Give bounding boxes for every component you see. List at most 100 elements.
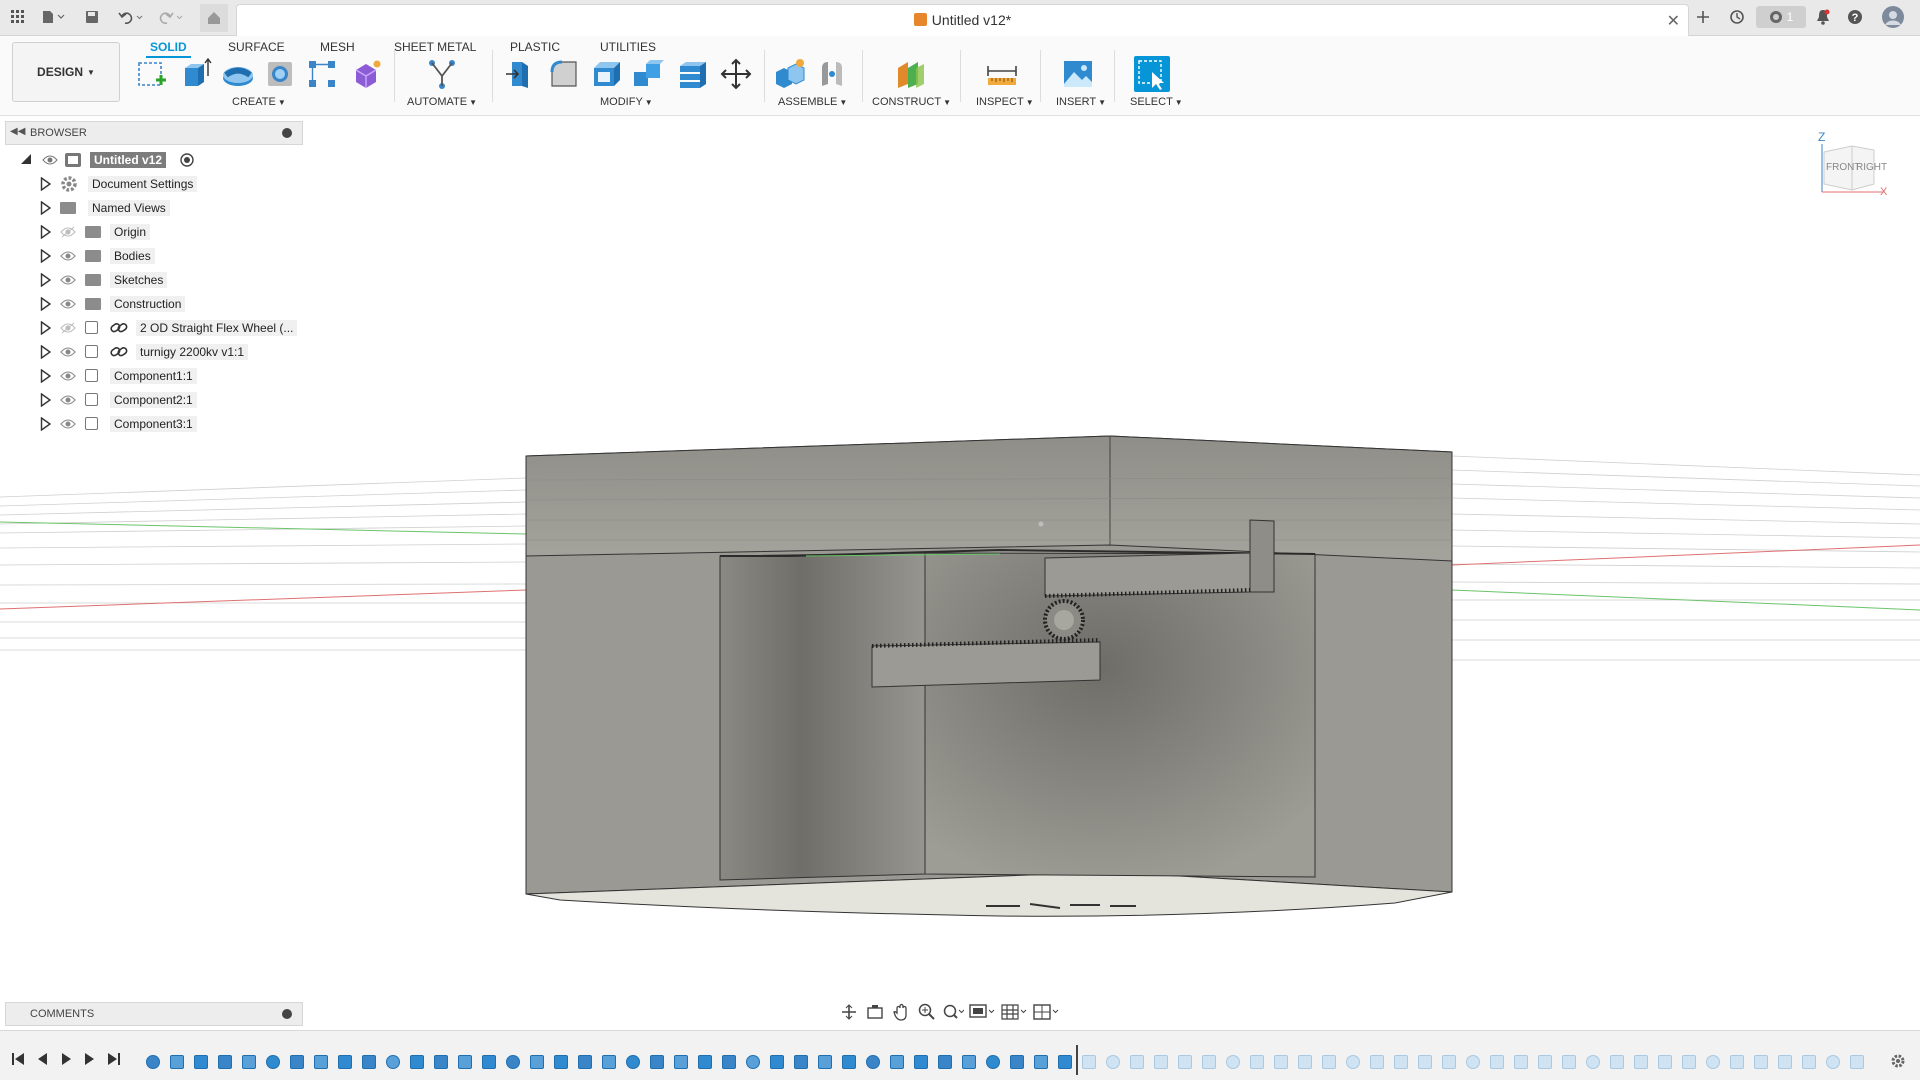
expand-triangle-icon[interactable] <box>40 201 52 215</box>
timeline-feature-icon[interactable] <box>290 1055 304 1069</box>
timeline-feature-icon[interactable] <box>1826 1055 1840 1069</box>
save-icon[interactable] <box>82 6 102 28</box>
timeline-feature-icon[interactable] <box>266 1055 280 1069</box>
tab-solid[interactable]: SOLID <box>146 36 191 58</box>
expand-triangle-icon[interactable] <box>40 249 52 263</box>
redo-icon[interactable] <box>156 6 186 28</box>
browser-item[interactable]: Named Views <box>40 198 320 218</box>
create-menu[interactable]: CREATE ▼ <box>232 96 286 108</box>
zoom-icon[interactable] <box>916 1002 938 1022</box>
timeline-last-icon[interactable] <box>106 1051 122 1067</box>
inspect-menu[interactable]: INSPECT ▼ <box>976 96 1034 108</box>
fillet-icon[interactable] <box>546 56 582 92</box>
tab-mesh[interactable]: MESH <box>316 36 359 58</box>
timeline-feature-icon[interactable] <box>602 1055 616 1069</box>
timeline-feature-icon[interactable] <box>410 1055 424 1069</box>
visibility-eye-icon[interactable] <box>60 274 76 286</box>
construct-menu[interactable]: CONSTRUCT ▼ <box>872 96 951 108</box>
timeline-feature-icon[interactable] <box>1250 1055 1264 1069</box>
comments-panel[interactable]: COMMENTS <box>5 1002 303 1026</box>
file-menu-icon[interactable] <box>40 6 68 28</box>
app-grid-icon[interactable] <box>8 6 28 28</box>
timeline-feature-icon[interactable] <box>1682 1055 1696 1069</box>
grid-settings-icon[interactable] <box>1000 1002 1028 1022</box>
collapse-browser-icon[interactable]: ◀◀ <box>10 126 25 137</box>
timeline-feature-icon[interactable] <box>146 1055 160 1069</box>
expand-triangle-icon[interactable] <box>40 225 52 239</box>
timeline-feature-icon[interactable] <box>482 1055 496 1069</box>
offset-plane-icon[interactable] <box>892 56 928 92</box>
measure-icon[interactable] <box>984 56 1020 92</box>
timeline-feature-icon[interactable] <box>1202 1055 1216 1069</box>
expand-triangle-icon[interactable] <box>40 345 52 359</box>
automate-menu[interactable]: AUTOMATE ▼ <box>407 96 477 108</box>
tab-sheet-metal[interactable]: SHEET METAL <box>390 36 480 58</box>
joint-icon[interactable] <box>814 56 850 92</box>
timeline-feature-icon[interactable] <box>362 1055 376 1069</box>
create-form-icon[interactable] <box>348 56 384 92</box>
timeline-feature-icon[interactable] <box>1706 1055 1720 1069</box>
timeline-feature-icon[interactable] <box>1034 1055 1048 1069</box>
visibility-eye-icon[interactable] <box>60 250 76 262</box>
look-at-icon[interactable] <box>864 1002 886 1022</box>
browser-pin-icon[interactable] <box>282 128 292 138</box>
browser-item[interactable]: Component3:1 <box>40 414 320 434</box>
timeline-feature-icon[interactable] <box>890 1055 904 1069</box>
visibility-eye-icon[interactable] <box>60 322 76 334</box>
timeline-feature-icon[interactable] <box>1562 1055 1576 1069</box>
display-settings-icon[interactable] <box>968 1002 996 1022</box>
timeline-feature-icon[interactable] <box>938 1055 952 1069</box>
home-icon[interactable] <box>200 4 228 32</box>
timeline-feature-icon[interactable] <box>242 1055 256 1069</box>
timeline-feature-icon[interactable] <box>1370 1055 1384 1069</box>
visibility-eye-icon[interactable] <box>60 370 76 382</box>
browser-item[interactable]: 2 OD Straight Flex Wheel (... <box>40 318 320 338</box>
new-tab-icon[interactable] <box>1692 6 1714 28</box>
timeline-first-icon[interactable] <box>10 1051 26 1067</box>
visibility-eye-icon[interactable] <box>60 346 76 358</box>
user-avatar-icon[interactable] <box>1880 6 1906 28</box>
tab-utilities[interactable]: UTILITIES <box>596 36 660 58</box>
browser-item[interactable]: turnigy 2200kv v1:1 <box>40 342 320 362</box>
fit-icon[interactable] <box>942 1002 964 1022</box>
collapse-triangle-icon[interactable] <box>20 153 32 165</box>
timeline-feature-icon[interactable] <box>506 1055 520 1069</box>
timeline-feature-icon[interactable] <box>1610 1055 1624 1069</box>
timeline-feature-icon[interactable] <box>650 1055 664 1069</box>
timeline-feature-icon[interactable] <box>1226 1055 1240 1069</box>
timeline-feature-icon[interactable] <box>794 1055 808 1069</box>
combine-icon[interactable] <box>630 56 666 92</box>
timeline-feature-icon[interactable] <box>1490 1055 1504 1069</box>
timeline-feature-icon[interactable] <box>338 1055 352 1069</box>
visibility-eye-icon[interactable] <box>60 226 76 238</box>
assemble-menu[interactable]: ASSEMBLE ▼ <box>778 96 847 108</box>
timeline-feature-icon[interactable] <box>1850 1055 1864 1069</box>
browser-item[interactable]: Bodies <box>40 246 320 266</box>
automate-icon[interactable] <box>424 56 460 92</box>
timeline-previous-icon[interactable] <box>34 1051 50 1067</box>
modify-menu[interactable]: MODIFY ▼ <box>600 96 653 108</box>
timeline-feature-icon[interactable] <box>1178 1055 1192 1069</box>
timeline-feature-icon[interactable] <box>1106 1055 1120 1069</box>
active-component-icon[interactable] <box>180 153 194 167</box>
visibility-eye-icon[interactable] <box>60 418 76 430</box>
timeline-feature-icon[interactable] <box>530 1055 544 1069</box>
timeline-feature-icon[interactable] <box>578 1055 592 1069</box>
select-menu[interactable]: SELECT ▼ <box>1130 96 1183 108</box>
timeline-feature-icon[interactable] <box>1466 1055 1480 1069</box>
timeline-feature-icon[interactable] <box>866 1055 880 1069</box>
timeline-feature-icon[interactable] <box>770 1055 784 1069</box>
timeline-feature-icon[interactable] <box>1346 1055 1360 1069</box>
timeline-feature-icon[interactable] <box>842 1055 856 1069</box>
browser-item[interactable]: Component2:1 <box>40 390 320 410</box>
timeline-feature-icon[interactable] <box>314 1055 328 1069</box>
timeline-feature-icon[interactable] <box>1658 1055 1672 1069</box>
timeline-feature-icon[interactable] <box>1322 1055 1336 1069</box>
expand-triangle-icon[interactable] <box>40 297 52 311</box>
timeline-feature-icon[interactable] <box>818 1055 832 1069</box>
timeline-feature-icon[interactable] <box>1754 1055 1768 1069</box>
browser-root-row[interactable]: Untitled v12 <box>20 150 320 170</box>
timeline-feature-icon[interactable] <box>1442 1055 1456 1069</box>
timeline-feature-icon[interactable] <box>746 1055 760 1069</box>
timeline-feature-icon[interactable] <box>1730 1055 1744 1069</box>
